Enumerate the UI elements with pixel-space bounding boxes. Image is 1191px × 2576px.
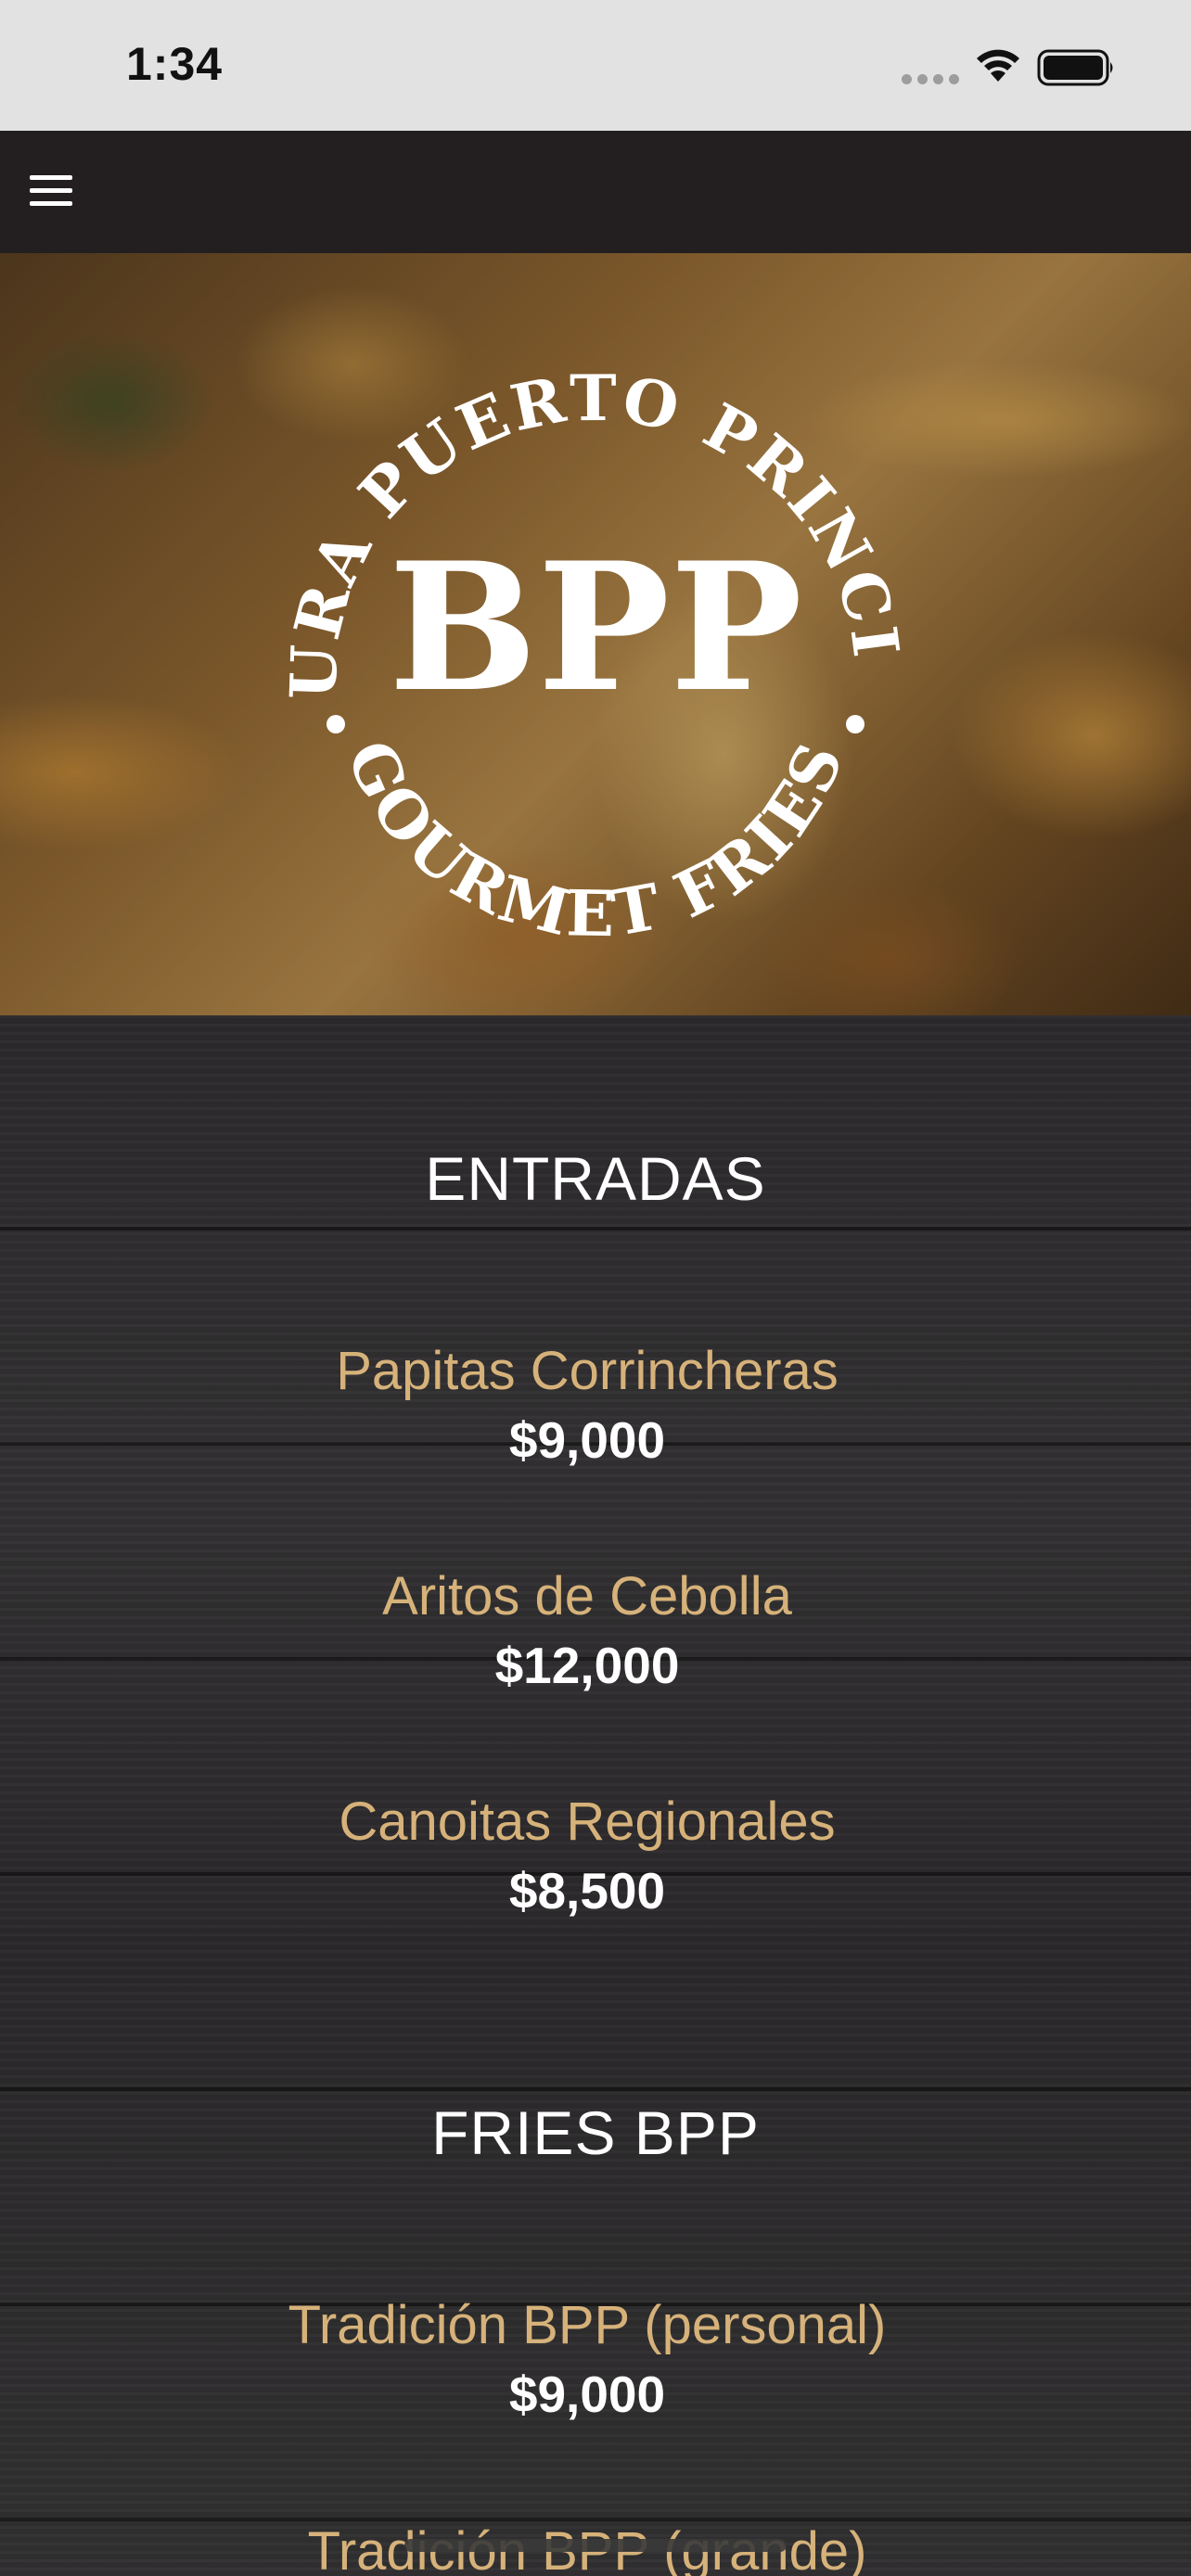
svg-text:BPP: BPP (389, 524, 802, 731)
bpp-logo: BTURA PUERTO PRINCIPAL GOURMET FRIES BPP (0, 253, 910, 951)
hamburger-menu-icon[interactable] (30, 175, 72, 207)
svg-text:GOURMET FRIES: GOURMET FRIES (331, 730, 859, 951)
hero-banner: BTURA PUERTO PRINCIPAL GOURMET FRIES BPP (0, 253, 1191, 1015)
status-time: 1:34 (126, 38, 224, 90)
menu-item-name[interactable]: Tradición BPP (personal) (0, 2294, 1174, 2356)
nav-bar (0, 131, 1191, 253)
menu-item-name[interactable]: Papitas Corrincheras (0, 1340, 1174, 1402)
menu-item-name[interactable]: Aritos de Cebolla (0, 1565, 1174, 1627)
menu-item-price: $8,500 (508, 1862, 666, 1919)
menu-item-name[interactable]: Canoitas Regionales (0, 1791, 1174, 1853)
battery-icon (1037, 49, 1113, 86)
wifi-icon (977, 49, 1019, 82)
menu-item-price: $9,000 (508, 2366, 666, 2423)
status-bar: 1:34 (0, 0, 1191, 131)
home-indicator[interactable] (404, 2539, 787, 2552)
cellular-signal-icon (902, 74, 959, 84)
section-title-fries-bpp: FRIES BPP (431, 2098, 760, 2167)
section-title-entradas: ENTRADAS (425, 1144, 766, 1213)
menu-item-price: $12,000 (494, 1637, 680, 1694)
menu-item-price: $9,000 (508, 1411, 666, 1469)
